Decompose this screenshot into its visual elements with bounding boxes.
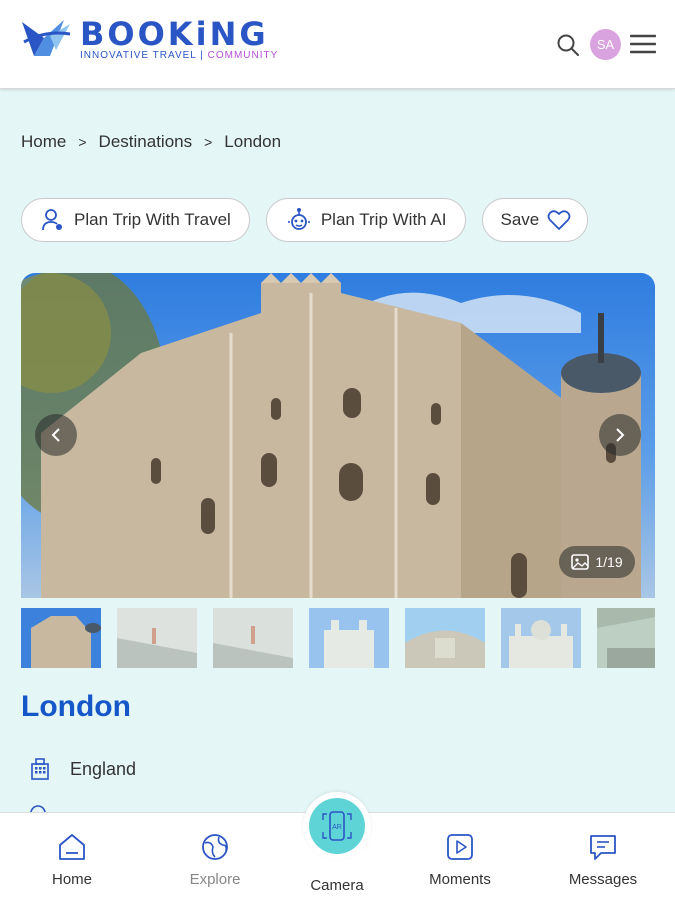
thumbnail[interactable]: [117, 608, 197, 668]
nav-explore[interactable]: Explore: [160, 831, 270, 888]
country-row: England: [30, 758, 136, 780]
country-label: England: [70, 758, 137, 779]
camera-button[interactable]: AR: [303, 792, 371, 860]
place-title: London: [21, 690, 131, 723]
breadcrumb-home[interactable]: Home: [21, 132, 66, 152]
thumbnail[interactable]: [21, 608, 101, 668]
brand-title: BOOKiNG: [80, 15, 269, 53]
save-button[interactable]: Save: [481, 198, 589, 242]
breadcrumb-separator: >: [78, 134, 87, 150]
camera-circle: AR: [309, 798, 365, 854]
save-label: Save: [500, 210, 540, 229]
photo-gallery[interactable]: 1/19: [21, 273, 655, 598]
breadcrumb: Home > Destinations > London: [21, 132, 281, 152]
hamburger-menu-icon[interactable]: [630, 34, 656, 54]
chat-bubble-icon: [590, 835, 616, 860]
ai-robot-icon: [287, 208, 310, 230]
gallery-prev-button[interactable]: [35, 414, 77, 456]
top-header: BOOKiNG INNOVATIVE TRAVEL | COMMUNITY SA: [0, 0, 675, 89]
nav-explore-label: Explore: [189, 871, 241, 888]
home-icon: [59, 834, 85, 860]
photo-counter-text: 1/19: [595, 554, 623, 570]
plan-trip-ai-button[interactable]: Plan Trip With AI: [265, 198, 466, 242]
breadcrumb-destinations[interactable]: Destinations: [99, 132, 193, 152]
logo-mark-icon: [22, 20, 71, 56]
breadcrumb-current: London: [224, 132, 282, 151]
chevron-right-icon: [616, 428, 625, 442]
brand-tagline-a: INNOVATIVE TRAVEL: [80, 50, 197, 61]
svg-text:AR: AR: [332, 824, 342, 831]
thumbnail[interactable]: [213, 608, 293, 668]
play-video-icon: [447, 834, 473, 860]
brand-tagline-b: COMMUNITY: [207, 50, 279, 61]
nav-camera-label: Camera: [310, 877, 364, 894]
photo-counter[interactable]: 1/19: [559, 546, 635, 578]
search-icon[interactable]: [556, 33, 580, 57]
gallery-next-button[interactable]: [599, 414, 641, 456]
nav-moments[interactable]: Moments: [405, 831, 515, 888]
heart-icon: [547, 210, 571, 230]
thumbnail[interactable]: [501, 608, 581, 668]
breadcrumb-separator: >: [204, 134, 213, 150]
building-icon: [31, 758, 49, 780]
nav-messages[interactable]: Messages: [548, 831, 658, 888]
nav-camera[interactable]: Camera: [282, 877, 392, 894]
image-icon: [571, 554, 590, 570]
chevron-left-icon: [51, 428, 60, 442]
thumbnail-strip: [21, 608, 655, 668]
thumbnail[interactable]: [597, 608, 655, 668]
thumbnail[interactable]: [309, 608, 389, 668]
brand-tagline: INNOVATIVE TRAVEL | COMMUNITY: [80, 50, 279, 61]
globe-icon: [202, 834, 228, 860]
ar-camera-icon: AR: [322, 811, 352, 841]
plan-trip-travel-label: Plan Trip With Travel: [74, 210, 231, 229]
nav-messages-label: Messages: [568, 871, 638, 888]
nav-moments-label: Moments: [429, 871, 491, 888]
brand-logo[interactable]: BOOKiNG INNOVATIVE TRAVEL | COMMUNITY: [20, 16, 280, 68]
nav-home-label: Home: [51, 871, 92, 888]
person-pin-icon: [42, 209, 62, 231]
thumbnail[interactable]: [405, 608, 485, 668]
action-buttons: Plan Trip With Travel Plan Trip With AI …: [21, 198, 604, 242]
tower-photo: [21, 273, 641, 598]
plan-trip-travel-button[interactable]: Plan Trip With Travel: [21, 198, 250, 242]
nav-home[interactable]: Home: [17, 831, 127, 888]
plan-trip-ai-label: Plan Trip With AI: [320, 210, 447, 229]
user-avatar[interactable]: SA: [590, 29, 621, 60]
